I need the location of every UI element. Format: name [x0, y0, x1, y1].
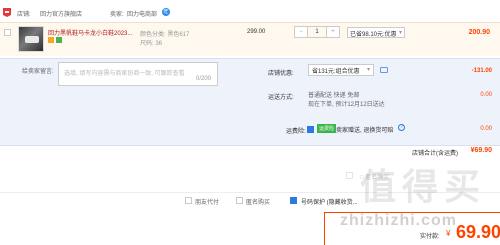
service-label: 运费险:: [286, 129, 306, 135]
item-badges: [48, 37, 64, 45]
chevron-down-icon: ▾: [366, 67, 370, 73]
friend-pay-checkbox[interactable]: [185, 197, 192, 204]
wangwang-chat-icon[interactable]: 旺: [162, 8, 170, 16]
faded-checkbox: [346, 172, 353, 179]
sku-color: 颜色分类: 黑色617: [140, 32, 190, 38]
promo-value: 已省98.10元:优惠: [350, 32, 397, 38]
shop-name-link[interactable]: 回力官方旗舰店: [40, 9, 82, 18]
payment-amount: 69.90: [456, 222, 500, 242]
shipping-eta: 现在下单, 预计12月12日送达: [308, 102, 385, 108]
seller-name-link[interactable]: 回力电商部: [127, 9, 157, 18]
help-icon[interactable]: ?: [398, 124, 405, 131]
shop-total-label: 店铺合计(含运费): [412, 151, 458, 157]
message-label: 给卖家留言:: [22, 69, 54, 75]
watermark-char: 买: [444, 166, 481, 207]
number-protect-label: 号码保护 (隐藏收货...: [301, 200, 358, 206]
product-thumbnail[interactable]: [18, 26, 44, 52]
options-divider: [0, 192, 500, 193]
shop-icon: [3, 8, 11, 17]
item-total: 200.90: [468, 29, 490, 36]
shipping-method: 普通配送 快递 免邮: [308, 93, 360, 99]
number-protect-checkbox[interactable]: [290, 197, 297, 204]
shop-header: 店铺: 回力官方旗舰店 卖家: 回力电商部 旺: [0, 6, 500, 20]
watermark-char: 值: [360, 166, 397, 207]
unit-price: 299.00: [247, 29, 266, 35]
guarantee-badge-icon: [48, 37, 54, 43]
message-placeholder: 选填, 填写内容需与商家协商一致, 可跟踪查看: [64, 71, 185, 77]
qty-input[interactable]: 1: [308, 26, 326, 38]
coupon-label: 店铺优惠:: [268, 71, 294, 77]
shipping-fee: 0.00: [480, 92, 492, 98]
message-textarea[interactable]: 选填, 填写内容需与商家协商一致, 可跟踪查看 0/200: [58, 62, 218, 86]
sku-size: 尺码: 36: [140, 41, 163, 47]
qty-increase-button[interactable]: +: [326, 26, 340, 38]
seller-label: 卖家:: [110, 12, 124, 18]
faded-option-text: □ 匿名购买: [360, 175, 390, 181]
watermark-char: 得: [402, 166, 439, 207]
shop-total-value: ¥69.90: [470, 147, 492, 154]
coupon-value: 省131元:组合优惠: [312, 69, 360, 75]
quantity-stepper: − 1 +: [294, 26, 340, 38]
chevron-down-icon: ▾: [398, 30, 402, 36]
message-char-count: 0/200: [195, 76, 211, 82]
item-checkbox[interactable]: [4, 29, 11, 36]
cart-item-row: 回力黑帆鞋马卡龙小白鞋2023... 颜色分类: 黑色617 尺码: 36 29…: [0, 22, 500, 56]
anonymous-checkbox[interactable]: [236, 197, 243, 204]
anonymous-label: 匿名购买: [246, 200, 271, 206]
promo-select[interactable]: 已省98.10元:优惠 ▾: [347, 27, 405, 38]
service-fee: 0.00: [480, 126, 492, 132]
coupon-amount: -131.00: [471, 68, 492, 74]
payment-label: 实付款:: [420, 234, 440, 240]
shop-label: 店铺:: [17, 12, 31, 18]
service-text: 卖家赠送, 退换货可赔: [336, 128, 394, 134]
coupon-select[interactable]: 省131元:组合优惠 ▾: [308, 64, 374, 76]
coupon-comment-icon[interactable]: [380, 67, 388, 73]
service-tag: 运费险: [317, 124, 337, 133]
service-badge-icon: [56, 37, 62, 43]
payment-currency: ¥: [446, 229, 451, 238]
qty-decrease-button[interactable]: −: [294, 26, 308, 38]
friend-pay-label: 朋友代付: [195, 200, 220, 206]
service-checkbox[interactable]: [307, 126, 314, 133]
shipping-label: 运送方式:: [268, 95, 294, 101]
item-title-link[interactable]: 回力黑帆鞋马卡龙小白鞋2023...: [48, 28, 132, 37]
